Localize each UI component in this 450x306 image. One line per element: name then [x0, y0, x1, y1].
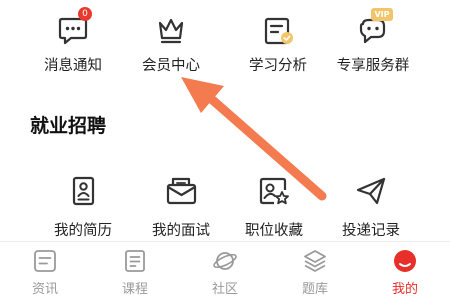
bottom-tab-bar: 资讯 课程 社区 题库 我的 — [0, 241, 450, 306]
tab-label: 课程 — [121, 282, 148, 297]
resume-icon — [72, 176, 95, 206]
tile-label: 我的简历 — [54, 223, 112, 239]
tile-member-center[interactable]: 会员中心 — [115, 13, 227, 75]
tab-label: 资讯 — [31, 282, 58, 297]
job-section-title: 就业招聘 — [30, 115, 107, 137]
tile-job-favorites[interactable]: 职位收藏 — [218, 174, 330, 240]
tile-message-notice[interactable]: 0 消息通知 — [17, 7, 129, 75]
tab-profile[interactable]: 我的 — [360, 248, 450, 297]
tile-label: 专享服务群 — [336, 58, 410, 74]
course-icon — [125, 250, 145, 272]
unread-count-badge: 0 — [78, 7, 92, 21]
tab-courses[interactable]: 课程 — [90, 248, 180, 297]
tile-label: 投递记录 — [342, 223, 400, 239]
tab-community[interactable]: 社区 — [180, 248, 270, 297]
vip-badge: VIP — [371, 8, 393, 21]
tile-exclusive-service-group[interactable]: VIP 专享服务群 — [317, 8, 429, 75]
tile-label: 消息通知 — [44, 58, 102, 74]
question-bank-icon — [304, 250, 326, 272]
crown-icon — [158, 18, 184, 44]
analysis-icon — [264, 17, 293, 45]
tab-label: 社区 — [211, 282, 238, 297]
tab-label: 我的 — [391, 282, 418, 297]
news-icon — [34, 250, 56, 272]
interview-icon — [166, 177, 197, 205]
community-icon — [213, 252, 237, 270]
tile-send-records[interactable]: 投递记录 — [315, 174, 427, 240]
tab-news[interactable]: 资讯 — [0, 248, 90, 297]
send-record-icon — [356, 177, 386, 205]
favorite-job-icon — [259, 177, 289, 205]
tile-label: 职位收藏 — [245, 223, 303, 239]
tile-my-resume[interactable]: 我的简历 — [27, 174, 139, 240]
tab-question-bank[interactable]: 题库 — [270, 248, 360, 297]
tile-label: 会员中心 — [142, 58, 200, 74]
profile-icon — [394, 250, 416, 272]
tab-label: 题库 — [301, 282, 328, 297]
